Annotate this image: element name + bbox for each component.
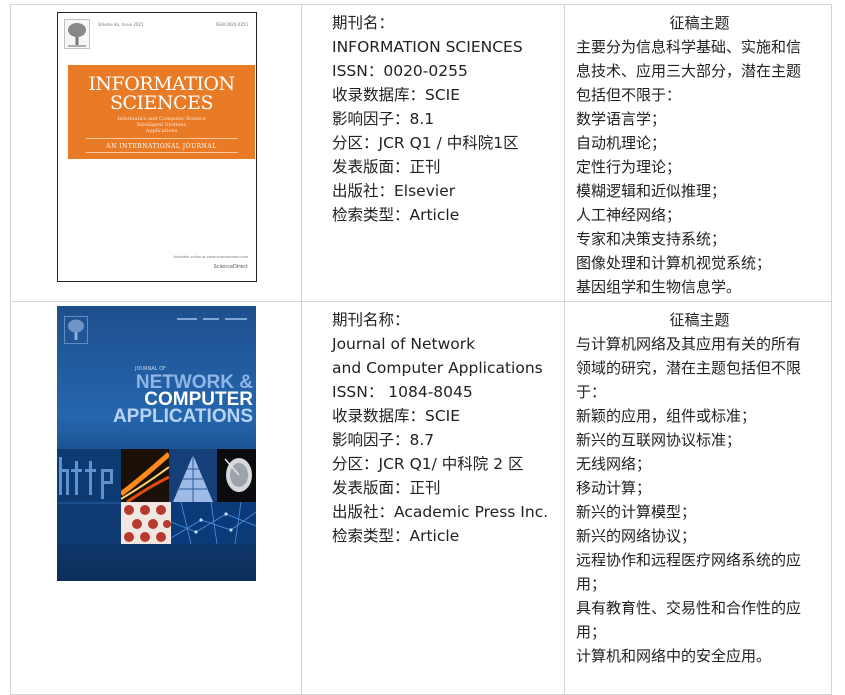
info-line: 出版社：Elsevier [332,182,456,200]
http-text-photo [57,449,121,502]
info-line: 出版社：Academic Press Inc. [332,503,549,521]
topic-line: 远程协作和远程医疗网络系统的应 [576,551,802,569]
elsevier-tree-logo-icon [64,19,90,49]
topic-cell: 征稿主题 主要分为信息科学基础、实施和信 息技术、应用三大部分，潜在主题 包括但… [564,4,832,302]
info-cell: 期刊名称： Journal of Network and Computer Ap… [301,301,565,695]
laser-light-photo [121,449,169,502]
topic-line: 主要分为信息科学基础、实施和信 [576,38,802,56]
info-line: 分区：JCR Q1 / 中科院1区 [332,134,519,152]
topic-line: 领域的研究，潜在主题包括但不限 [576,359,802,377]
info-line: 期刊名： [332,14,395,32]
info-cell: 期刊名： INFORMATION SCIENCES ISSN：0020-0255… [301,4,565,302]
blue-gradient-panel [57,502,121,544]
topic-line: 定性行为理论； [576,158,682,176]
topic-line: 计算机和网络中的安全应用。 [576,647,772,665]
info-line: 检索类型：Article [332,527,460,545]
topic-line: 息技术、应用三大部分，潜在主题 [576,62,802,80]
topic-line: 图像处理和计算机视觉系统； [576,254,772,272]
topic-line: 自动机理论； [576,134,667,152]
info-line: 分区：JCR Q1/ 中科院 2 区 [332,455,524,473]
divider [86,152,238,153]
info-line: and Computer Applications [332,359,543,377]
topic-line: 新兴的互联网协议标准； [576,431,742,449]
topic-header: 征稿主题 [669,311,730,329]
network-grid-photo [171,502,256,544]
cover-header-bar [177,318,247,320]
info-line: 发表版面：正刊 [332,479,441,497]
topic-list: 征稿主题 主要分为信息科学基础、实施和信 息技术、应用三大部分，潜在主题 包括但… [565,5,831,299]
topic-line: 用； [576,623,607,641]
topic-line: 移动计算； [576,479,652,497]
topic-line: 模糊逻辑和近似推理； [576,182,727,200]
information-sciences-cover-image: Volume 8x, Issue 2021 ISSN 0020-0255 INF… [57,12,257,282]
orange-title-band: INFORMATION SCIENCES Informatics and Com… [68,65,255,159]
issue-text: Volume 8x, Issue 2021 [98,22,144,27]
topic-line: 数学语言学； [576,110,667,128]
info-line: 收录数据库：SCIE [332,86,461,104]
topic-line: 人工神经网络； [576,206,682,224]
topic-line: 与计算机网络及其应用有关的所有 [576,335,802,353]
topic-line: 无线网络； [576,455,652,473]
satellite-dish-photo [217,449,256,502]
topic-line: 基因组学和生物信息学。 [576,278,742,296]
topic-line: 新兴的计算模型； [576,503,697,521]
cover-subtitle: Applications [145,128,178,134]
topic-line: 用； [576,575,607,593]
topic-header: 征稿主题 [669,14,730,32]
issn-text: ISSN 0020-0255 [215,22,248,27]
topic-list: 征稿主题 与计算机网络及其应用有关的所有 领域的研究，潜在主题包括但不限 于： … [565,302,831,668]
info-line: 发表版面：正刊 [332,158,441,176]
info-line: 影响因子：8.1 [332,110,435,128]
cover-tagline: AN INTERNATIONAL JOURNAL [106,143,217,150]
availability-text: Available online at www.sciencedirect.co… [173,255,248,259]
topic-line: 新兴的网络协议； [576,527,697,545]
info-line: 影响因子：8.7 [332,431,435,449]
info-line: ISSN：0020-0255 [332,62,468,80]
topic-line: 具有教育性、交易性和合作性的应 [576,599,802,617]
cover-title: SCIENCES [110,92,213,114]
info-line: INFORMATION SCIENCES [332,38,523,56]
building-photo [169,449,217,502]
topic-cell: 征稿主题 与计算机网络及其应用有关的所有 领域的研究，潜在主题包括但不限 于： … [564,301,832,695]
info-line: Journal of Network [332,335,476,353]
info-line: 检索类型：Article [332,206,460,224]
journal-info: 期刊名： INFORMATION SCIENCES ISSN：0020-0255… [302,5,564,227]
cover-title: APPLICATIONS [112,406,253,427]
network-computer-applications-cover-image: JOURNAL OF NETWORK & COMPUTER APPLICATIO… [57,306,256,581]
info-line: ISSN： 1084-8045 [332,383,473,401]
topic-line: 于： [576,383,607,401]
topic-line: 包括但不限于： [576,86,682,104]
circuit-pattern-photo [121,502,171,544]
topic-line: 专家和决策支持系统； [576,230,727,248]
topic-line: 新颖的应用，组件或标准； [576,407,757,425]
elsevier-tree-logo-icon [64,316,88,344]
info-line: 期刊名称： [332,311,410,329]
journal-info: 期刊名称： Journal of Network and Computer Ap… [302,302,564,548]
sciencedirect-logo: ScienceDirect [213,264,248,270]
divider [86,138,238,139]
info-line: 收录数据库：SCIE [332,407,461,425]
